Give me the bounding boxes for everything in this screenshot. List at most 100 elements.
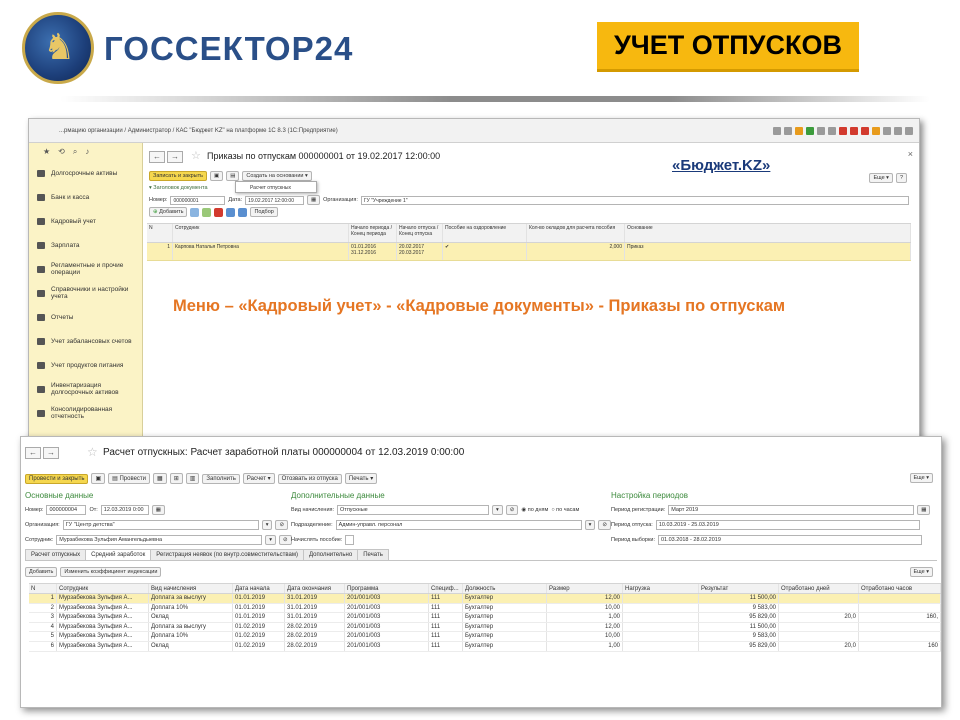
restore-icon[interactable] — [894, 126, 902, 135]
more-button[interactable]: Еще ▾ — [909, 567, 933, 577]
table-row[interactable]: 5 Мурзабекова Зульфия А... Доплата 10% 0… — [29, 632, 941, 642]
structure-icon[interactable]: ⊞ — [169, 473, 183, 484]
create-based-button[interactable]: Создать на основании ▾ — [242, 171, 312, 181]
sample-period-field[interactable]: 01.03.2018 - 28.02.2019 — [657, 535, 922, 545]
save-icon[interactable]: ▣ — [91, 473, 106, 484]
sidebar-item-off-balance[interactable]: Учет забалансовых счетов — [29, 329, 142, 353]
back-arrow-icon[interactable]: ← — [25, 447, 41, 459]
doc-icon[interactable] — [784, 126, 792, 135]
organization-field[interactable]: ГУ "Центр детства" — [62, 520, 259, 530]
edit-icon[interactable] — [202, 207, 212, 217]
back-arrow-icon[interactable]: ← — [149, 151, 165, 163]
accrual-type-field[interactable]: Отпускные — [337, 505, 490, 515]
m-minus-icon[interactable] — [861, 126, 869, 135]
calendar-icon[interactable]: ▦ — [306, 195, 321, 205]
tab-print[interactable]: Печать — [357, 549, 389, 560]
employee-field[interactable]: Мурзабекова Зульфия Амангельдыевна — [56, 535, 263, 545]
create-based-menu-item[interactable]: Расчет отпускных — [235, 181, 317, 193]
table-row[interactable]: 1 Мурзабекова Зульфия А... Доплата за вы… — [29, 594, 941, 604]
help-button[interactable]: ? — [895, 173, 907, 183]
budget-kz-link[interactable]: «Бюджет.KZ» — [672, 157, 770, 174]
sidebar-item-salary[interactable]: Зарплата — [29, 233, 142, 257]
department-field[interactable]: Админ-управл. персонал — [335, 520, 582, 530]
tab-additional[interactable]: Дополнительно — [303, 549, 359, 560]
tab-vacation-calc[interactable]: Расчет отпускных — [25, 549, 87, 560]
bell-icon[interactable]: ♪ — [85, 147, 89, 157]
tab-average-earnings[interactable]: Средний заработок — [85, 549, 152, 560]
organization-field[interactable]: ГУ "Учреждение 1" — [360, 195, 909, 205]
info-icon[interactable] — [872, 126, 880, 135]
star-icon[interactable] — [795, 126, 803, 135]
table-row[interactable]: 4 Мурзабекова Зульфия А... Доплата за вы… — [29, 622, 941, 633]
table-row[interactable]: 3 Мурзабекова Зульфия А... Оклад 01.01.2… — [29, 613, 941, 623]
search-icon[interactable]: ⌕ — [73, 147, 77, 157]
post-close-button[interactable]: Провести и закрыть — [25, 473, 89, 484]
more-button[interactable]: Еще ▾ — [869, 173, 893, 183]
table-row[interactable]: 2 Мурзабекова Зульфия А... Доплата 10% 0… — [29, 603, 941, 614]
sidebar-item-bank[interactable]: Банк и касса — [29, 185, 142, 209]
calendar-icon[interactable]: ▦ — [151, 505, 165, 515]
favorite-star-icon[interactable]: ☆ — [191, 149, 201, 162]
favorite-star-icon[interactable]: ☆ — [87, 445, 98, 459]
close-icon[interactable] — [905, 126, 913, 135]
sidebar-item-references[interactable]: Справочники и настройки учета — [29, 281, 142, 305]
dropdown-icon[interactable]: ▾ — [265, 535, 277, 545]
doc-icon[interactable] — [773, 126, 781, 135]
recall-button[interactable]: Отозвать из отпуска — [277, 473, 342, 484]
vac-period-field[interactable]: 10.03.2019 - 25.03.2019 — [655, 520, 920, 530]
table-row[interactable]: 1 Карпова Наталья Петровна 01.01.2016 31.… — [147, 243, 911, 261]
m-plus-icon[interactable] — [850, 126, 858, 135]
sidebar-item-regulatory[interactable]: Регламентные и прочие операции — [29, 257, 142, 281]
by-hours-radio[interactable]: ○ по часам — [551, 507, 579, 513]
sidebar-item-hr[interactable]: Кадровый учет — [29, 209, 142, 233]
m-icon[interactable] — [839, 126, 847, 135]
open-icon[interactable]: ⊘ — [598, 520, 611, 530]
star-icon[interactable]: ★ — [43, 147, 50, 157]
more-button[interactable]: Еще ▾ — [909, 473, 933, 483]
delete-icon[interactable] — [214, 207, 224, 217]
forward-arrow-icon[interactable]: → — [167, 151, 183, 163]
dropdown-icon[interactable]: ▾ — [492, 505, 503, 515]
number-field[interactable]: 000000001 — [170, 195, 226, 205]
minimize-icon[interactable] — [883, 126, 891, 135]
change-coef-button[interactable]: Изменить коэффициент индексации — [60, 567, 162, 577]
number-field[interactable]: 000000004 — [46, 505, 87, 515]
add-row-button[interactable]: ⊕ Добавить — [149, 207, 188, 217]
tab-absences[interactable]: Регистрация неявок (по внутр.совместител… — [150, 549, 305, 560]
sidebar-item-consolidated[interactable]: Консолидированная отчетность — [29, 401, 142, 425]
sidebar-item-reports[interactable]: Отчеты — [29, 305, 142, 329]
benefit-checkbox[interactable] — [345, 535, 355, 545]
calendar-icon[interactable] — [828, 126, 836, 135]
close-icon[interactable]: × — [908, 149, 913, 159]
date-field[interactable]: 12.03.2019 0:00 — [100, 505, 149, 515]
date-field[interactable]: 19.02.2017 12:00:00 — [245, 195, 304, 205]
sidebar-item-food[interactable]: Учет продуктов питания — [29, 353, 142, 377]
open-icon[interactable]: ⊘ — [505, 505, 519, 515]
post-button[interactable]: ▤ Провести — [108, 473, 151, 484]
copy-icon[interactable] — [190, 207, 200, 217]
open-icon[interactable]: ⊘ — [279, 535, 292, 545]
save-icon[interactable]: ▣ — [210, 171, 224, 181]
forward-arrow-icon[interactable]: → — [43, 447, 59, 459]
history-icon[interactable] — [806, 126, 814, 135]
calc-button[interactable]: Расчет ▾ — [242, 473, 275, 484]
open-icon[interactable]: ⊘ — [275, 520, 289, 530]
print-button[interactable]: Печать ▾ — [344, 473, 378, 484]
dropdown-icon[interactable]: ▾ — [584, 520, 596, 530]
post-icon[interactable]: ▤ — [226, 171, 240, 181]
pick-button[interactable]: Подбор — [250, 207, 278, 217]
benefit-checkbox[interactable]: ✔ — [443, 243, 527, 260]
report-icon[interactable]: ▥ — [185, 473, 200, 484]
add-row-button[interactable]: Добавить — [25, 567, 58, 577]
reg-period-field[interactable]: Март 2019 — [668, 505, 915, 515]
sidebar-item-inventory[interactable]: Инвентаризация долгосрочных активов — [29, 377, 142, 401]
move-down-icon[interactable] — [238, 207, 248, 217]
move-up-icon[interactable] — [226, 207, 236, 217]
by-days-radio[interactable]: ◉ по дням — [521, 507, 548, 513]
dropdown-icon[interactable]: ▾ — [261, 520, 273, 530]
history-icon[interactable]: ⟲ — [58, 147, 65, 157]
fill-button[interactable]: Заполнить — [202, 473, 240, 484]
sidebar-item-long-term-assets[interactable]: Долгосрочные активы — [29, 161, 142, 185]
table-row[interactable]: 6 Мурзабекова Зульфия А... Оклад 01.02.2… — [29, 641, 941, 652]
calc-icon[interactable] — [817, 126, 825, 135]
